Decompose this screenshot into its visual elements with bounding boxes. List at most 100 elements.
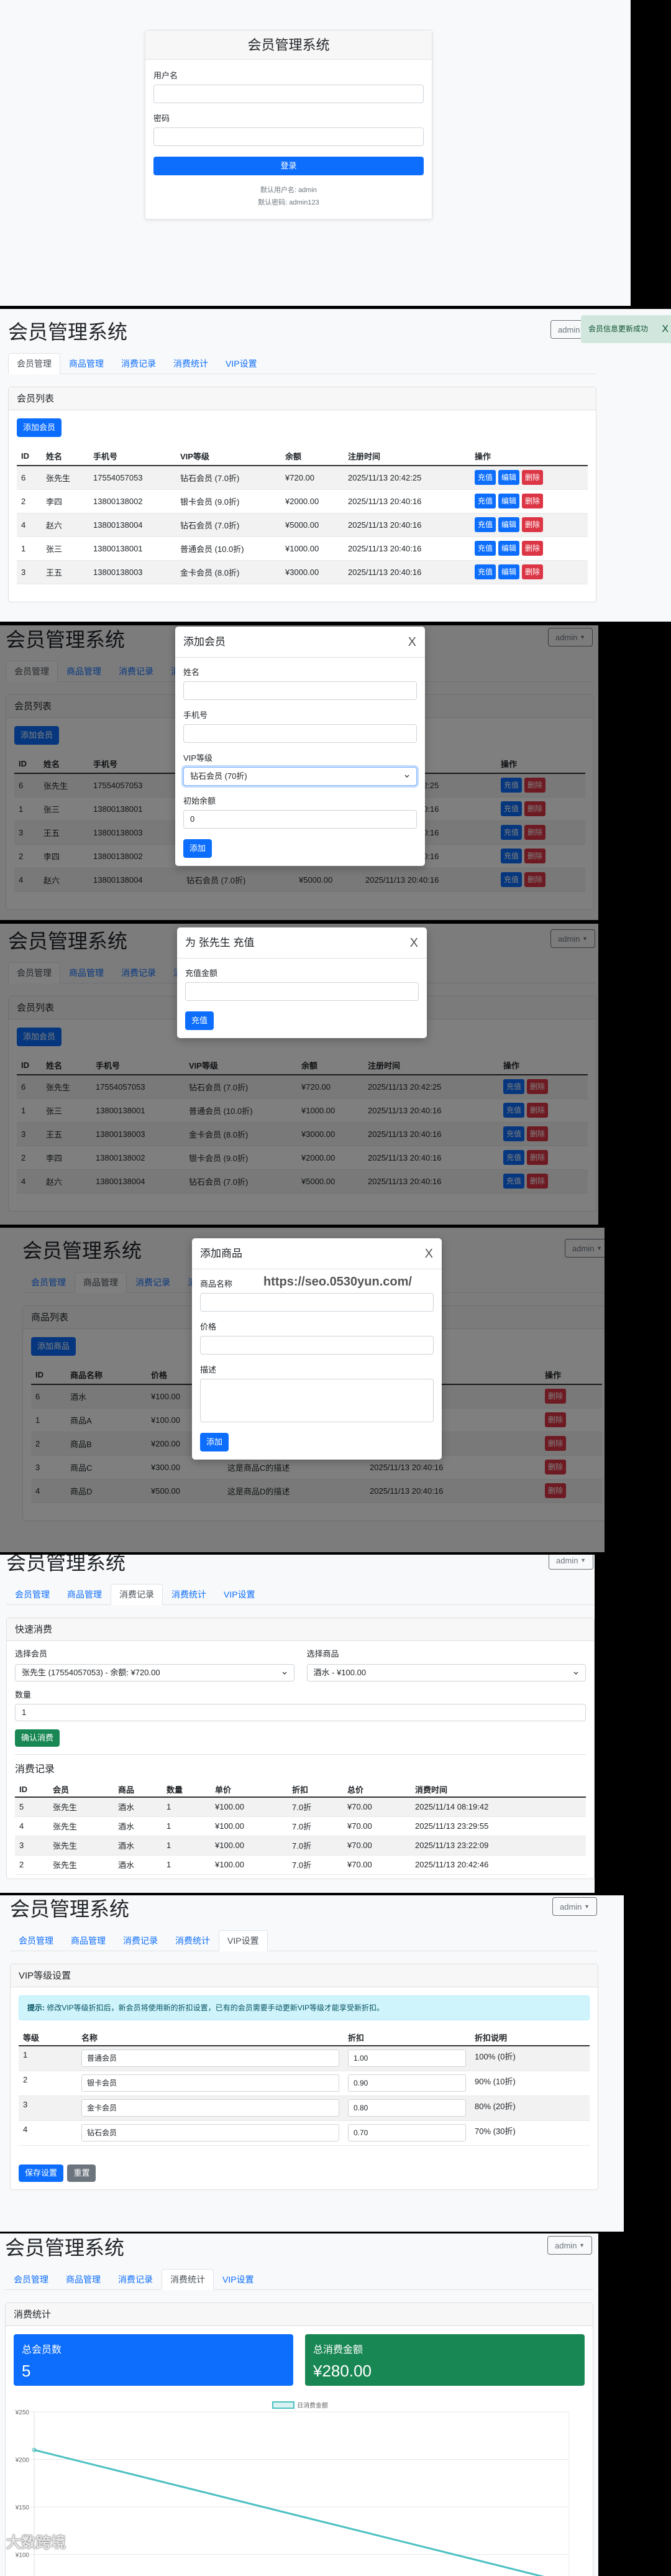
edit-button[interactable]: 编辑 <box>498 564 519 579</box>
y-tick-label: ¥150 <box>15 2505 30 2511</box>
nav-tabs: 会员管理商品管理消费记录消费统计VIP设置 <box>5 2269 593 2290</box>
tab-stats[interactable]: 消费统计 <box>167 1930 219 1951</box>
table-cell: 张先生 <box>48 1836 114 1855</box>
vip-level-select[interactable]: 钻石会员 (70折) <box>183 767 417 786</box>
submit-add-product-button[interactable]: 添加 <box>200 1433 229 1451</box>
discount-input[interactable]: 0.70 <box>348 2124 466 2141</box>
confirm-consume-button[interactable]: 确认消费 <box>15 1729 60 1747</box>
user-menu-button[interactable]: admin ▼ <box>549 1555 593 1570</box>
tab-records[interactable]: 消费记录 <box>114 1930 167 1951</box>
description-textarea[interactable] <box>200 1379 434 1422</box>
column-header: 余额 <box>281 447 344 466</box>
edit-button[interactable]: 编辑 <box>498 470 519 485</box>
tab-members[interactable]: 会员管理 <box>10 1930 62 1951</box>
submit-recharge-button[interactable]: 充值 <box>185 1011 214 1030</box>
column-header: 姓名 <box>42 447 89 466</box>
close-icon[interactable]: X <box>662 315 669 343</box>
delete-button[interactable]: 删除 <box>522 494 543 508</box>
reset-button[interactable]: 重置 <box>67 2164 96 2182</box>
table-cell: 13800138001 <box>89 536 176 560</box>
tab-products[interactable]: 商品管理 <box>60 353 112 374</box>
tab-members[interactable]: 会员管理 <box>8 353 60 374</box>
level-name-input[interactable]: 普通会员 <box>81 2049 339 2067</box>
discount-desc-cell: 90% (10折) <box>470 2071 590 2095</box>
edit-button[interactable]: 编辑 <box>498 541 519 556</box>
table-cell: 2025/11/13 20:40:16 <box>344 536 470 560</box>
user-menu-button[interactable]: admin ▼ <box>552 1897 597 1916</box>
phone-input[interactable] <box>183 724 417 743</box>
level-name-input[interactable]: 钻石会员 <box>81 2124 339 2141</box>
product-select[interactable]: 酒水 - ¥100.00 <box>307 1664 587 1681</box>
close-icon[interactable]: X <box>408 627 416 658</box>
tab-stats[interactable]: 消费统计 <box>165 353 217 374</box>
user-name: admin <box>556 1556 578 1565</box>
tab-stats[interactable]: 消费统计 <box>162 2269 214 2290</box>
tab-products[interactable]: 商品管理 <box>58 1584 111 1605</box>
column-header: 消费时间 <box>411 1782 586 1797</box>
table-cell: 李四 <box>42 489 89 513</box>
recharge-amount-input[interactable] <box>185 982 419 1001</box>
close-icon[interactable]: X <box>410 927 418 959</box>
tab-stats[interactable]: 消费统计 <box>163 1584 215 1605</box>
delete-button[interactable]: 删除 <box>522 470 543 485</box>
initial-balance-label: 初始余额 <box>183 796 417 806</box>
add-member-screen: 会员管理系统 admin ▼ 会员管理商品管理消费记录消费统计VIP设置 会员列… <box>0 625 671 920</box>
delete-button[interactable]: 删除 <box>522 541 543 556</box>
actions-cell: 充值编辑删除 <box>470 560 588 584</box>
quantity-input[interactable]: 1 <box>15 1704 586 1721</box>
recharge-button[interactable]: 充值 <box>475 494 496 508</box>
tab-products[interactable]: 商品管理 <box>62 1930 114 1951</box>
user-menu-button[interactable]: admin ▼ <box>547 2236 592 2255</box>
column-header: ID <box>17 447 42 466</box>
delete-button[interactable]: 删除 <box>522 564 543 579</box>
add-product-modal: 添加商品X 商品名称https://seo.0530yun.com/ 价格 描述… <box>192 1238 442 1460</box>
tab-members[interactable]: 会员管理 <box>6 1584 58 1605</box>
delete-button[interactable]: 删除 <box>522 517 543 532</box>
total-members-card: 总会员数 5 <box>14 2334 293 2386</box>
edit-button[interactable]: 编辑 <box>498 517 519 532</box>
add-member-button[interactable]: 添加会员 <box>17 418 62 437</box>
save-settings-button[interactable]: 保存设置 <box>19 2164 63 2182</box>
tab-records[interactable]: 消费记录 <box>109 2269 162 2290</box>
tab-records[interactable]: 消费记录 <box>112 353 165 374</box>
product-name-input[interactable] <box>200 1293 434 1312</box>
name-input[interactable] <box>183 681 417 700</box>
card-title: VIP等级设置 <box>11 1964 598 1987</box>
discount-input[interactable]: 0.80 <box>348 2099 466 2117</box>
member-select[interactable]: 张先生 (17554057053) - 余额: ¥720.00 <box>15 1664 294 1681</box>
discount-input[interactable]: 0.90 <box>348 2074 466 2092</box>
username-input[interactable] <box>153 85 424 103</box>
member-management-screen: 会员管理系统 admin ▼ 会员管理商品管理消费记录消费统计VIP设置 会员列… <box>0 309 671 622</box>
initial-balance-input[interactable]: 0 <box>183 810 417 829</box>
tab-records[interactable]: 消费记录 <box>111 1584 163 1605</box>
login-button[interactable]: 登录 <box>153 157 424 175</box>
tab-vip[interactable]: VIP设置 <box>217 353 266 374</box>
edit-button[interactable]: 编辑 <box>498 494 519 508</box>
tab-members[interactable]: 会员管理 <box>5 2269 57 2290</box>
tab-vip[interactable]: VIP设置 <box>219 1930 268 1951</box>
discount-cell: 0.90 <box>344 2071 470 2095</box>
tip-alert: 提示: 修改VIP等级折扣后，新会员将使用新的折扣设置，已有的会员需要手动更新V… <box>19 1995 590 2020</box>
recharge-button[interactable]: 充值 <box>475 564 496 579</box>
table-cell: 6 <box>17 466 42 489</box>
close-icon[interactable]: X <box>425 1238 433 1269</box>
recharge-button[interactable]: 充值 <box>475 517 496 532</box>
chevron-down-icon <box>404 773 410 780</box>
table-cell: 酒水 <box>114 1836 162 1855</box>
phone-label: 手机号 <box>183 711 417 720</box>
recharge-button[interactable]: 充值 <box>475 541 496 556</box>
tab-vip[interactable]: VIP设置 <box>215 1584 264 1605</box>
product-name-label: 商品名称 <box>200 1279 232 1289</box>
table-cell: ¥3000.00 <box>281 560 344 584</box>
recharge-button[interactable]: 充值 <box>475 470 496 485</box>
column-header: 名称 <box>77 2030 344 2046</box>
tab-vip[interactable]: VIP设置 <box>214 2269 263 2290</box>
discount-input[interactable]: 1.00 <box>348 2049 466 2067</box>
password-input[interactable] <box>153 127 424 146</box>
vip-settings-card: VIP等级设置 提示: 修改VIP等级折扣后，新会员将使用新的折扣设置，已有的会… <box>10 1964 598 2190</box>
submit-add-member-button[interactable]: 添加 <box>183 839 212 858</box>
level-name-input[interactable]: 银卡会员 <box>81 2074 339 2092</box>
level-name-input[interactable]: 金卡会员 <box>81 2099 339 2117</box>
price-input[interactable] <box>200 1336 434 1355</box>
tab-products[interactable]: 商品管理 <box>57 2269 109 2290</box>
